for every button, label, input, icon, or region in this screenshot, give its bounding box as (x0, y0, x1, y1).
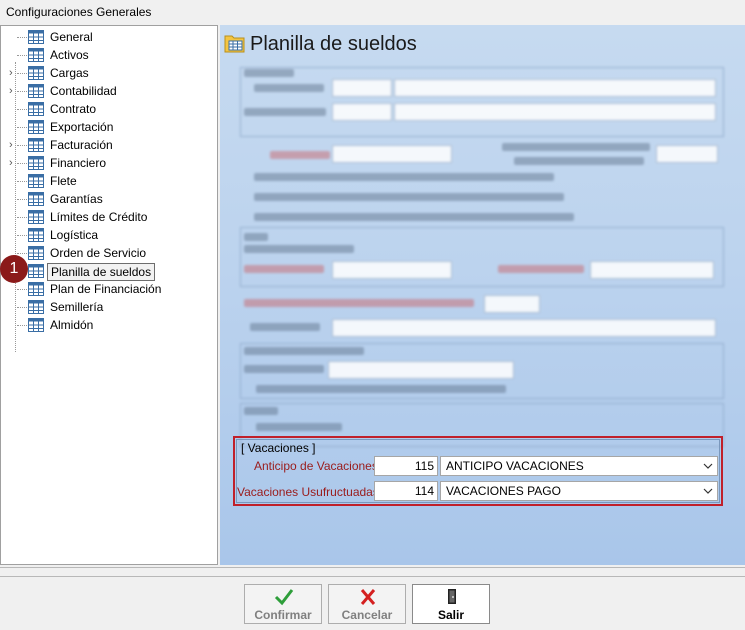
tree-connector (17, 325, 27, 326)
tree-connector (17, 181, 27, 182)
panel-title: Planilla de sueldos (250, 33, 417, 55)
chevron-right-icon[interactable]: › (9, 139, 19, 151)
grid-icon (28, 138, 44, 152)
tree-item[interactable]: Activos (1, 46, 217, 64)
close-icon (360, 589, 376, 605)
tree-item-label: Contrato (50, 102, 97, 116)
tree-item[interactable]: › Contabilidad (1, 82, 217, 100)
tree-item-label: Cargas (50, 66, 89, 80)
tree-item-label: Plan de Financiación (50, 282, 162, 296)
tree-item-label: Activos (50, 48, 89, 62)
usufructuadas-code-field[interactable]: 114 (374, 481, 438, 501)
grid-icon (28, 156, 44, 170)
anticipo-combo[interactable]: ANTICIPO VACACIONES (440, 456, 718, 476)
tree-connector (17, 37, 27, 38)
cancelar-label: Cancelar (341, 608, 393, 622)
grid-icon (28, 264, 44, 278)
anticipo-label: Anticipo de Vacaciones (254, 459, 378, 473)
tree-item-label: Garantías (50, 192, 103, 206)
checkmark-icon (274, 589, 294, 606)
usufructuadas-combo[interactable]: VACACIONES PAGO (440, 481, 718, 501)
tree-item[interactable]: Contrato (1, 100, 217, 118)
usufructuadas-combo-value: VACACIONES PAGO (446, 484, 561, 498)
tree-item[interactable]: Exportación (1, 118, 217, 136)
grid-icon (28, 120, 44, 134)
tree-item[interactable]: General (1, 28, 217, 46)
tree-connector (17, 127, 27, 128)
tree-connector (17, 109, 27, 110)
tree-item-label: Planilla de sueldos (47, 263, 156, 281)
cancelar-button[interactable]: Cancelar (328, 584, 406, 624)
grid-icon (28, 66, 44, 80)
tree-item-label: Contabilidad (50, 84, 117, 98)
vacaciones-group-title: [ Vacaciones ] (241, 441, 316, 455)
grid-icon (28, 228, 44, 242)
grid-icon (28, 300, 44, 314)
grid-icon (28, 210, 44, 224)
anticipo-code-field[interactable]: 115 (374, 456, 438, 476)
grid-icon (28, 102, 44, 116)
tree-item[interactable]: Plan de Financiación (1, 280, 217, 298)
anticipo-combo-value: ANTICIPO VACACIONES (446, 459, 584, 473)
tree-item-label: Flete (50, 174, 77, 188)
tree-item[interactable]: › Cargas (1, 64, 217, 82)
tree-connector (17, 289, 27, 290)
grid-icon (28, 282, 44, 296)
chevron-down-icon (703, 463, 713, 469)
tree-item-label: Semillería (50, 300, 104, 314)
tree-item[interactable]: Logística (1, 226, 217, 244)
grid-icon (28, 84, 44, 98)
tree-item[interactable]: Orden de Servicio (1, 244, 217, 262)
folder-grid-icon (224, 35, 245, 53)
tree-item[interactable]: Límites de Crédito (1, 208, 217, 226)
tree-connector (17, 235, 27, 236)
tree-item[interactable]: Flete (1, 172, 217, 190)
tree-item-label: Logística (50, 228, 99, 242)
grid-icon (28, 30, 44, 44)
exit-door-icon (448, 589, 456, 604)
grid-icon (28, 48, 44, 62)
step-badge: 1 (0, 255, 28, 283)
tree-connector (17, 253, 27, 254)
tree-item[interactable]: Planilla de sueldos (1, 262, 217, 281)
tree-item-label: Facturación (50, 138, 113, 152)
tree-item[interactable]: › Facturación (1, 136, 217, 154)
confirmar-button[interactable]: Confirmar (244, 584, 322, 624)
tree-connector (17, 307, 27, 308)
tree-item-label: Financiero (50, 156, 107, 170)
window-title: Configuraciones Generales (0, 0, 745, 24)
chevron-down-icon (703, 488, 713, 494)
tree-item[interactable]: Semillería (1, 298, 217, 316)
status-bar (0, 567, 745, 577)
tree-item-label: Límites de Crédito (50, 210, 148, 224)
tree-connector (17, 199, 27, 200)
tree-item-label: Orden de Servicio (50, 246, 147, 260)
chevron-right-icon[interactable]: › (9, 67, 19, 79)
blurred-settings (240, 67, 730, 447)
tree-item[interactable]: Almidón (1, 316, 217, 334)
chevron-right-icon[interactable]: › (9, 85, 19, 97)
settings-tree[interactable]: General Activos › Cargas › Contabilidad Contra… (0, 25, 218, 565)
confirmar-label: Confirmar (254, 608, 312, 622)
grid-icon (28, 192, 44, 206)
tree-connector (17, 55, 27, 56)
grid-icon (28, 246, 44, 260)
usufructuadas-label: Vacaciones Usufructuadas (237, 485, 379, 499)
grid-icon (28, 318, 44, 332)
tree-connector (17, 217, 27, 218)
salir-label: Salir (437, 608, 464, 622)
chevron-right-icon[interactable]: › (9, 157, 19, 169)
tree-item[interactable]: Garantías (1, 190, 217, 208)
tree-item[interactable]: › Financiero (1, 154, 217, 172)
tree-item-label: General (50, 30, 93, 44)
salir-button[interactable]: Salir (412, 584, 490, 624)
grid-icon (28, 174, 44, 188)
tree-item-label: Almidón (50, 318, 94, 332)
tree-item-label: Exportación (50, 120, 114, 134)
